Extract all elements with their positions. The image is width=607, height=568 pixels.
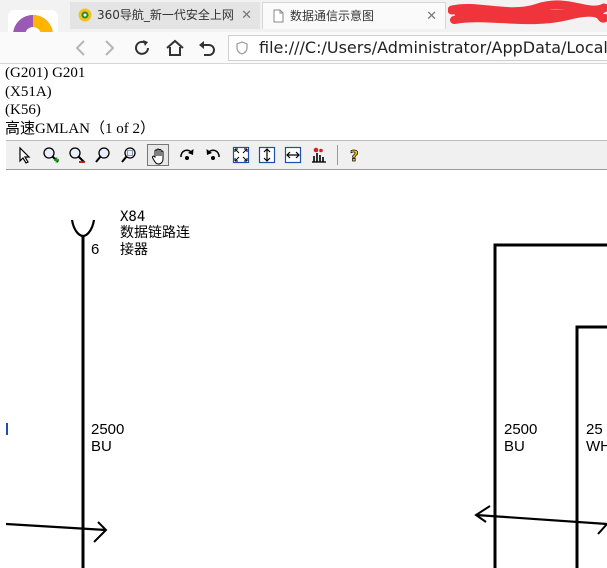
navigation-bar: file:///C:/Users/Administrator/AppData/L…	[0, 32, 607, 64]
rotate-right-icon[interactable]	[176, 144, 198, 166]
help-icon[interactable]: ?	[344, 144, 366, 166]
wire-color: BU	[504, 438, 525, 455]
wire-color: WH	[586, 438, 607, 455]
forward-icon[interactable]	[98, 37, 120, 59]
document-header: (G201) G201 (X51A) (K56) 高速GMLAN（1 of 2）	[5, 64, 155, 138]
redaction-scribble	[448, 0, 607, 25]
tab-360-nav[interactable]: 360导航_新一代安全上网 ✕	[70, 2, 260, 29]
svg-text:?: ?	[350, 147, 359, 164]
connector-name-line2: 接器	[120, 241, 148, 258]
wire-color: BU	[91, 438, 112, 455]
edge-mark	[6, 423, 8, 435]
connector-socket-icon	[70, 219, 96, 238]
wiring-diagram: X84 数据链路连 接器 6 2500 BU 2500 BU 25 WH	[6, 170, 607, 568]
reload-icon[interactable]	[131, 37, 153, 59]
close-tab-icon[interactable]: ✕	[426, 3, 437, 29]
360-browser-icon	[78, 8, 92, 22]
connector-name-line1: 数据链路连	[120, 225, 190, 241]
zoom-area-icon[interactable]	[118, 144, 140, 166]
page-icon	[273, 9, 284, 23]
viewer-toolbar: ?	[6, 140, 607, 170]
doc-line: 高速GMLAN（1 of 2）	[5, 120, 155, 137]
connector-id: X84	[120, 209, 145, 225]
browser-chrome: 360导航_新一代安全上网 ✕ 数据通信示意图 ✕ file:///C:/Use…	[0, 0, 607, 64]
toolbar-separator	[337, 145, 338, 165]
select-tool-icon[interactable]	[14, 144, 36, 166]
zoom-icon[interactable]	[92, 144, 114, 166]
tab-title: 数据通信示意图	[290, 9, 375, 23]
zoom-out-icon[interactable]	[66, 144, 88, 166]
undo-close-icon[interactable]	[196, 37, 218, 59]
fit-page-icon[interactable]	[230, 144, 252, 166]
address-bar[interactable]: file:///C:/Users/Administrator/AppData/L…	[228, 35, 607, 61]
close-tab-icon[interactable]: ✕	[241, 2, 252, 29]
rotate-left-icon[interactable]	[202, 144, 224, 166]
back-icon[interactable]	[70, 37, 92, 59]
wire-gauge: 25	[586, 421, 603, 438]
fit-width-icon[interactable]	[282, 144, 304, 166]
pin-number: 6	[91, 241, 99, 258]
tab-data-comm-diagram[interactable]: 数据通信示意图 ✕	[262, 2, 446, 29]
zoom-in-icon[interactable]	[40, 144, 62, 166]
twist-line	[6, 522, 107, 532]
doc-line: (K56)	[5, 102, 41, 118]
fit-height-icon[interactable]	[256, 144, 278, 166]
doc-line: (G201) G201	[5, 65, 86, 81]
home-icon[interactable]	[164, 37, 186, 59]
doc-line: (X51A)	[5, 83, 52, 100]
layers-icon[interactable]	[308, 144, 330, 166]
wire-gauge: 2500	[504, 421, 537, 438]
pan-hand-icon[interactable]	[147, 144, 169, 166]
address-url: file:///C:/Users/Administrator/AppData/L…	[259, 38, 607, 57]
shield-icon	[236, 41, 248, 55]
wire-gauge: 2500	[91, 421, 124, 438]
tab-title: 360导航_新一代安全上网	[97, 8, 234, 22]
